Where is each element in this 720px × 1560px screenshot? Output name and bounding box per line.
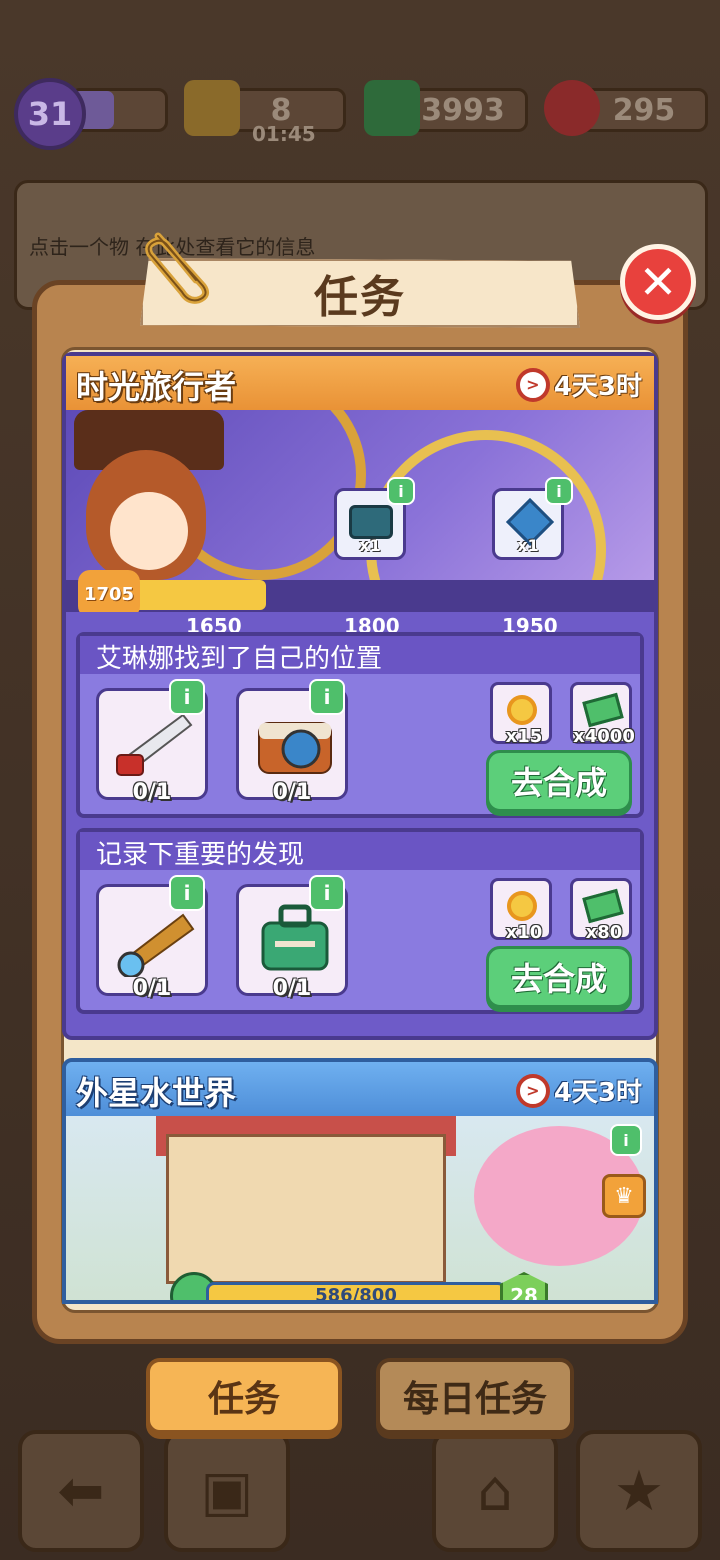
back-button[interactable]: ⬅ <box>18 1430 144 1552</box>
level-badge[interactable]: 31 <box>14 78 86 150</box>
reward-qty: x4000 <box>573 726 635 747</box>
event-time-left: 4天3时 <box>553 1078 642 1108</box>
cash-icon <box>582 692 624 728</box>
cash-icon <box>582 888 624 924</box>
top-hud: 31 8 01:45 3993 295 <box>0 70 720 150</box>
event-header: 时光旅行者 > 4天3时 <box>66 356 654 410</box>
info-icon[interactable]: i <box>309 875 345 911</box>
info-icon[interactable]: i <box>169 875 205 911</box>
event-timer: > 4天3时 <box>515 1072 642 1109</box>
basket-icon: ⌂ <box>477 1458 513 1524</box>
paperclip-icon <box>145 232 210 304</box>
arrow-left-icon: ⬅ <box>57 1458 105 1524</box>
event-scene-art <box>66 1116 654 1300</box>
character-face <box>110 492 188 570</box>
sunflower-icon <box>507 695 537 725</box>
task-reward: x15 <box>490 682 552 747</box>
info-icon[interactable]: i <box>309 679 345 715</box>
star-card-icon: ★ <box>613 1458 665 1524</box>
milestone-reward-1950[interactable]: x1 i <box>492 477 573 560</box>
reward-qty: x80 <box>585 922 623 943</box>
go-merge-button[interactable]: 去合成 <box>486 946 632 1008</box>
task-title: 记录下重要的发现 <box>96 840 305 870</box>
event-time-left: 4天3时 <box>553 372 642 402</box>
cash-icon <box>364 80 420 136</box>
energy-timer: 01:45 <box>252 122 316 146</box>
event-header: 外星水世界 > 4天3时 <box>66 1062 654 1116</box>
ruby-icon <box>544 80 600 136</box>
task-reward: x80 <box>570 878 632 943</box>
item-count: 0/1 <box>132 780 172 805</box>
event-progress-bar: 586/800 <box>206 1282 506 1304</box>
collection-button[interactable]: ★ <box>576 1430 702 1552</box>
backpack-button[interactable]: ▣ <box>164 1430 290 1552</box>
task-title-bar: 记录下重要的发现 <box>80 832 640 870</box>
event-name: 外星水世界 <box>76 1074 237 1112</box>
reward-qty: x1 <box>517 536 539 555</box>
reward-qty: x15 <box>505 726 543 747</box>
info-icon[interactable]: i <box>387 477 415 505</box>
mansion-art <box>166 1134 446 1284</box>
go-merge-button[interactable]: 去合成 <box>486 750 632 812</box>
required-item-saw[interactable]: 0/1 i <box>96 679 208 805</box>
required-item-telescope[interactable]: 0/1 i <box>96 875 208 1001</box>
milestone-reward-1800[interactable]: x1 i <box>334 477 415 560</box>
required-item-camera[interactable]: 0/1 i <box>236 679 348 805</box>
backpack-icon: ▣ <box>200 1458 254 1524</box>
item-count: 0/1 <box>272 976 312 1001</box>
task-title: 艾琳娜找到了自己的位置 <box>96 644 383 674</box>
info-icon[interactable]: i <box>169 679 205 715</box>
event-banner: x1 i x1 i <box>66 410 654 580</box>
toolbox-icon <box>261 904 329 971</box>
reward-qty: x1 <box>359 536 381 555</box>
reward-qty: x10 <box>505 922 543 943</box>
close-icon: ✕ <box>638 255 678 309</box>
camera-icon <box>258 722 332 774</box>
bottom-nav: ⬅ ▣ ⌂ ★ <box>0 1430 720 1560</box>
event-card-time-traveler: 时光旅行者 > 4天3时 x1 i x1 i 1705 1650 1800 19… <box>62 352 658 1040</box>
task-card: 艾琳娜找到了自己的位置 0/1 i 0/1 i x15 x4000 去合成 <box>76 632 644 818</box>
task-card: 记录下重要的发现 0/1 i 0/1 i x10 x80 去合成 <box>76 828 644 1014</box>
task-title-bar: 艾琳娜找到了自己的位置 <box>80 636 640 674</box>
tab-tasks[interactable]: 任务 <box>146 1358 342 1434</box>
item-count: 0/1 <box>272 780 312 805</box>
event-timer: > 4天3时 <box>515 366 642 403</box>
info-icon[interactable]: i <box>610 1124 642 1156</box>
gem-value: 295 <box>612 92 676 128</box>
event-progress-text: 586/800 <box>315 1285 397 1304</box>
trophy-icon[interactable]: ♛ <box>602 1174 646 1218</box>
treasure-chest-icon <box>349 505 393 539</box>
event-name: 时光旅行者 <box>76 368 237 406</box>
telescope-icon <box>117 913 195 977</box>
sunflower-icon <box>507 891 537 921</box>
clock-icon: > <box>515 367 550 402</box>
info-icon[interactable]: i <box>545 477 573 505</box>
task-reward: x4000 <box>570 682 635 747</box>
cash-value: 3993 <box>421 92 505 128</box>
item-count: 0/1 <box>132 976 172 1001</box>
shop-basket-button[interactable]: ⌂ <box>432 1430 558 1552</box>
lightning-icon <box>184 80 240 136</box>
event-score-badge: 1705 <box>78 570 140 618</box>
saw-icon <box>116 713 193 776</box>
clock-icon: > <box>515 1073 550 1108</box>
modal-title: 任务 <box>314 272 406 323</box>
event-card-alien-water-world[interactable]: 外星水世界 > 4天3时 i ♛ 586/800 28 <box>62 1058 658 1304</box>
tab-daily-tasks[interactable]: 每日任务 <box>376 1358 574 1434</box>
close-button[interactable]: ✕ <box>620 244 696 320</box>
task-reward: x10 <box>490 878 552 943</box>
required-item-toolbox[interactable]: 0/1 i <box>236 875 348 1001</box>
